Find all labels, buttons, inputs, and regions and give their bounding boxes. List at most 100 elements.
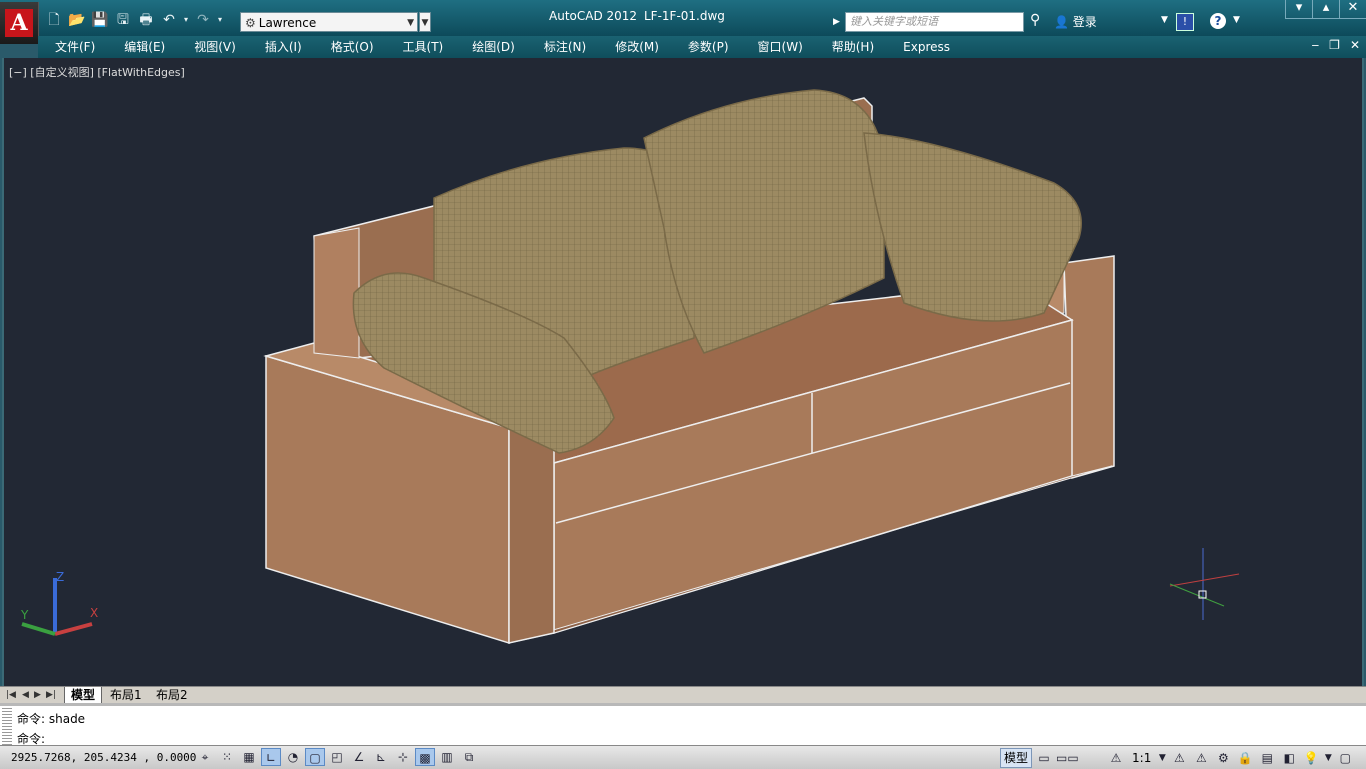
- drafting-toggles: ⌖ ⁙ ▦ ∟ ◔ ▢ ◰ ∠ ⊾ ⊹ ▩ ▥ ⧉: [195, 748, 479, 766]
- menu-file[interactable]: 文件(F): [38, 36, 107, 58]
- quick-access-toolbar: 🗋 📂 💾 🖫 🖶 ↶ ▾ ↷ ▾: [44, 9, 224, 31]
- file-name: LF-1F-01.dwg: [644, 9, 725, 23]
- transparency-icon[interactable]: ▥: [437, 748, 457, 766]
- login-button[interactable]: 👤 登录: [1054, 13, 1097, 30]
- quick-view-layouts-icon[interactable]: ▭: [1034, 749, 1054, 767]
- gear-icon: ⚙: [245, 16, 256, 30]
- command-history: 命令: shade: [17, 712, 86, 726]
- status-menu-icon[interactable]: ▼: [1323, 749, 1333, 767]
- menu-bar: 文件(F) 编辑(E) 视图(V) 插入(I) 格式(O) 工具(T) 绘图(D…: [38, 36, 1366, 58]
- window-minimize-button[interactable]: ▾: [1285, 0, 1312, 19]
- sofa-model: [263, 89, 1115, 645]
- window-controls: ▾ ▴ ✕: [1285, 0, 1366, 19]
- save-as-icon[interactable]: 🖫: [113, 10, 133, 30]
- layout-tabs-bar: |◀ ◀ ▶ ▶| 模型 布局1 布局2: [0, 686, 1366, 703]
- autocad-logo-icon: A: [5, 9, 33, 37]
- hardware-acceleration-icon[interactable]: ▤: [1257, 749, 1277, 767]
- search-input[interactable]: 键入关键字或短语: [845, 12, 1024, 32]
- annotation-visibility-icon[interactable]: ⚠: [1169, 749, 1189, 767]
- doc-restore-button[interactable]: ❐: [1329, 38, 1340, 52]
- command-line-drag-handle[interactable]: [2, 708, 12, 746]
- status-right-tools: 模型 ▭ ▭▭ ⚠ 1:1 ▼ ⚠ ⚠ ⚙ 🔒 ▤ ◧ 💡 ▼ ▢: [1000, 748, 1355, 768]
- model-space-button[interactable]: 模型: [1000, 748, 1033, 768]
- help-icon[interactable]: ?: [1210, 13, 1226, 29]
- crosshair-cursor-icon: [1169, 548, 1240, 620]
- menu-window[interactable]: 窗口(W): [741, 36, 815, 58]
- login-dropdown-icon[interactable]: ▼: [1161, 15, 1168, 25]
- grid-display-icon[interactable]: ▦: [239, 748, 259, 766]
- tab-model[interactable]: 模型: [64, 687, 103, 703]
- search-expand-icon[interactable]: ▶: [833, 12, 845, 32]
- tab-prev-icon[interactable]: ◀: [22, 687, 29, 703]
- snap-mode-icon[interactable]: ⁙: [217, 748, 237, 766]
- tab-layout1[interactable]: 布局1: [104, 687, 148, 703]
- document-controls: ‒ ❐ ✕: [1312, 38, 1360, 52]
- menu-express[interactable]: Express: [886, 36, 962, 58]
- menu-modify[interactable]: 修改(M): [598, 36, 671, 58]
- annotation-scale-value[interactable]: 1:1: [1128, 751, 1155, 765]
- title-bar: A 🗋 📂 💾 🖫 🖶 ↶ ▾ ↷ ▾ ⚙ Lawrence ▼ ▼ AutoCA…: [0, 0, 1366, 44]
- binoculars-icon[interactable]: ⚲: [1030, 12, 1040, 28]
- open-folder-icon[interactable]: 📂: [67, 10, 87, 30]
- ucs-x-label: X: [90, 606, 99, 620]
- help-dropdown-icon[interactable]: ▼: [1233, 15, 1240, 25]
- workspace-dropdown[interactable]: ⚙ Lawrence ▼: [240, 12, 418, 32]
- menu-help[interactable]: 帮助(H): [815, 36, 886, 58]
- tab-next-icon[interactable]: ▶: [34, 687, 41, 703]
- lightbulb-icon[interactable]: 💡: [1301, 749, 1321, 767]
- drawing-viewport[interactable]: [−] [自定义视图] [FlatWithEdges] Z X Y: [2, 58, 1364, 686]
- redo-icon[interactable]: ↷: [193, 10, 213, 30]
- qat-customize-button[interactable]: ▼: [419, 12, 431, 32]
- workspace-switching-icon[interactable]: ⚙: [1213, 749, 1233, 767]
- coordinates-readout[interactable]: 2925.7268, 205.4234 , 0.0000: [11, 751, 196, 764]
- save-icon[interactable]: 💾: [90, 10, 110, 30]
- window-close-button[interactable]: ✕: [1339, 0, 1366, 19]
- auto-scale-icon[interactable]: ⚠: [1191, 749, 1211, 767]
- doc-minimize-button[interactable]: ‒: [1312, 38, 1320, 52]
- menu-edit[interactable]: 编辑(E): [107, 36, 177, 58]
- menu-tools[interactable]: 工具(T): [386, 36, 456, 58]
- clean-screen-icon[interactable]: ▢: [1335, 749, 1355, 767]
- command-line: 命令: shade 命令:: [0, 703, 1366, 748]
- quick-view-drawings-icon[interactable]: ▭▭: [1056, 749, 1079, 767]
- menu-dimension[interactable]: 标注(N): [527, 36, 598, 58]
- lock-icon[interactable]: 🔒: [1235, 749, 1255, 767]
- object-snap-tracking-icon[interactable]: ∠: [349, 748, 369, 766]
- object-snap-icon[interactable]: ▢: [305, 748, 325, 766]
- application-menu-button[interactable]: A: [0, 2, 39, 44]
- lineweight-icon[interactable]: ▩: [415, 748, 435, 766]
- login-label: 登录: [1072, 15, 1097, 29]
- polar-tracking-icon[interactable]: ◔: [283, 748, 303, 766]
- status-bar: 2925.7268, 205.4234 , 0.0000 ⌖ ⁙ ▦ ∟ ◔ ▢…: [0, 745, 1366, 769]
- exchange-icon[interactable]: !: [1176, 13, 1194, 31]
- tab-layout2[interactable]: 布局2: [150, 687, 194, 703]
- ucs-z-label: Z: [56, 570, 65, 584]
- tab-first-icon[interactable]: |◀: [6, 687, 16, 703]
- annotation-scale-dropdown-icon[interactable]: ▼: [1157, 749, 1167, 767]
- dynamic-ucs-icon[interactable]: ⊾: [371, 748, 391, 766]
- doc-close-button[interactable]: ✕: [1350, 38, 1360, 52]
- annotation-scale-icon[interactable]: ⚠: [1106, 749, 1126, 767]
- menu-insert[interactable]: 插入(I): [248, 36, 314, 58]
- undo-icon[interactable]: ↶: [159, 10, 179, 30]
- menu-format[interactable]: 格式(O): [314, 36, 386, 58]
- user-icon: 👤: [1054, 15, 1069, 29]
- back-cushion-right: [863, 132, 1082, 322]
- dynamic-input-icon[interactable]: ⊹: [393, 748, 413, 766]
- tab-last-icon[interactable]: ▶|: [46, 687, 56, 703]
- print-icon[interactable]: 🖶: [136, 10, 156, 30]
- isolate-objects-icon[interactable]: ◧: [1279, 749, 1299, 767]
- ortho-mode-icon[interactable]: ∟: [261, 748, 281, 766]
- infer-constraints-icon[interactable]: ⌖: [195, 748, 215, 766]
- chevron-down-icon: ▼: [407, 18, 414, 28]
- ucs-y-label: Y: [21, 608, 29, 622]
- 3d-object-snap-icon[interactable]: ◰: [327, 748, 347, 766]
- new-file-icon[interactable]: 🗋: [44, 10, 64, 30]
- menu-parameters[interactable]: 参数(P): [671, 36, 741, 58]
- menu-view[interactable]: 视图(V): [177, 36, 248, 58]
- redo-dropdown-icon[interactable]: ▾: [216, 10, 224, 30]
- quick-properties-icon[interactable]: ⧉: [459, 748, 479, 766]
- window-maximize-button[interactable]: ▴: [1312, 0, 1339, 19]
- undo-dropdown-icon[interactable]: ▾: [182, 10, 190, 30]
- menu-draw[interactable]: 绘图(D): [455, 36, 527, 58]
